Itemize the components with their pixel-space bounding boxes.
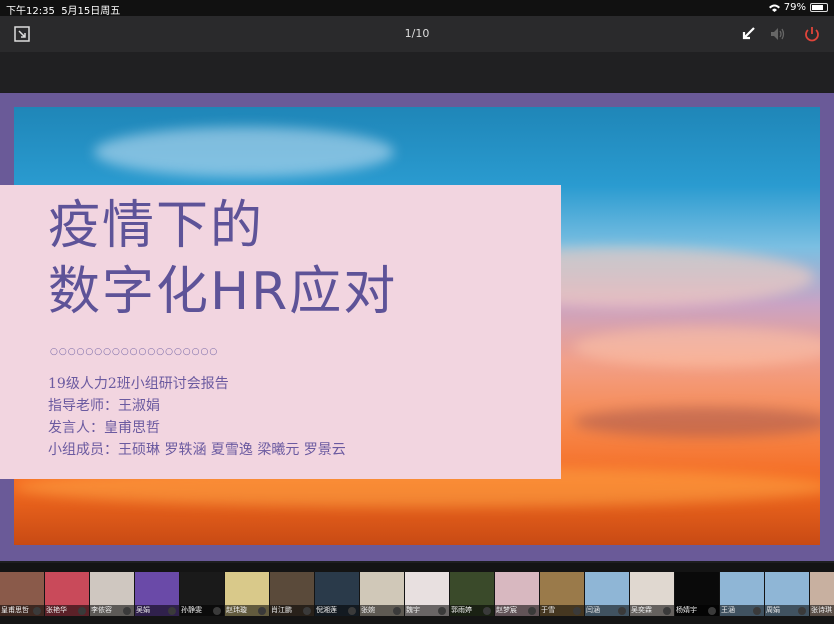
mic-icon	[123, 607, 131, 615]
page-indicator: 1/10	[404, 27, 430, 40]
mic-icon	[528, 607, 536, 615]
mic-icon	[708, 607, 716, 615]
participant-tile[interactable]: 孙静雯	[180, 572, 224, 616]
mic-icon	[213, 607, 221, 615]
participant-strip[interactable]: 皇甫思哲 张艳华 李依容 吴娟 孙静雯 赵玮璇 肖江鹏 倪湘莲 张婉 魏宇 郭雨婷 赵梦宸 于雪 闫涵 吴奕…	[0, 563, 834, 624]
participant-tile[interactable]: 肖江鹏	[270, 572, 314, 616]
participant-tile[interactable]: 赵玮璇	[225, 572, 269, 616]
status-time-date: 下午12:35 5月15日周五	[6, 2, 120, 17]
power-icon[interactable]	[802, 24, 822, 44]
presenter: 发言人：皇甫思哲	[48, 420, 160, 436]
slide-title-line1: 疫情下的	[48, 196, 265, 256]
mic-icon	[348, 607, 356, 615]
participant-tile[interactable]: 魏宇	[405, 572, 449, 616]
report-title: 19级人力2班小组研讨会报告	[48, 376, 229, 392]
annotate-arrow-icon[interactable]	[738, 24, 758, 44]
mic-icon	[438, 607, 446, 615]
mic-icon	[483, 607, 491, 615]
participant-tile[interactable]: 于雪	[540, 572, 584, 616]
presentation-toolbar: 1/10	[0, 16, 834, 52]
battery-icon	[810, 3, 828, 12]
decorative-dots: ○○○○○○○○○○○○○○○○○○○	[50, 347, 219, 357]
advisor: 指导老师：王淑娟	[48, 398, 160, 414]
participant-tile[interactable]: 张婉	[360, 572, 404, 616]
participant-name: 张诗琪	[810, 605, 834, 616]
mic-icon	[78, 607, 86, 615]
mic-icon	[798, 607, 806, 615]
slide-title-line2: 数字化HR应对	[48, 262, 398, 322]
participant-tile[interactable]: 闫涵	[585, 572, 629, 616]
mic-icon	[258, 607, 266, 615]
mic-icon	[663, 607, 671, 615]
stage-gap	[0, 52, 834, 92]
participant-tile[interactable]: 皇甫思哲	[0, 572, 44, 616]
participant-tile[interactable]: 张诗琪	[810, 572, 834, 616]
group-members: 小组成员：王硕琳 罗轶涵 夏雪逸 梁曦元 罗景云	[48, 442, 346, 458]
battery-percent: 79%	[783, 2, 806, 13]
participant-tile[interactable]: 杨婧宇	[675, 572, 719, 616]
status-bar: 下午12:35 5月15日周五 79%	[0, 0, 834, 17]
slide-info: 19级人力2班小组研讨会报告 指导老师：王淑娟 发言人：皇甫思哲 小组成员：王硕…	[48, 373, 346, 461]
participant-tile[interactable]: 李依容	[90, 572, 134, 616]
participant-tile[interactable]: 吴奕霖	[630, 572, 674, 616]
participant-tile[interactable]: 赵梦宸	[495, 572, 539, 616]
participant-tile[interactable]: 倪湘莲	[315, 572, 359, 616]
wifi-icon	[768, 4, 780, 12]
mic-icon	[753, 607, 761, 615]
slide: 疫情下的 数字化HR应对 ○○○○○○○○○○○○○○○○○○○ 19级人力2班…	[0, 93, 834, 561]
participant-tile[interactable]: 吴娟	[135, 572, 179, 616]
mic-icon	[618, 607, 626, 615]
participant-tile[interactable]: 郭雨婷	[450, 572, 494, 616]
participant-tile[interactable]: 王涵	[720, 572, 764, 616]
mic-icon	[573, 607, 581, 615]
mic-icon	[393, 607, 401, 615]
participant-tile[interactable]: 周娟	[765, 572, 809, 616]
participant-tile[interactable]: 张艳华	[45, 572, 89, 616]
mic-icon	[33, 607, 41, 615]
speaker-icon[interactable]	[768, 24, 788, 44]
status-right: 79%	[768, 2, 828, 13]
mic-icon	[303, 607, 311, 615]
mic-icon	[168, 607, 176, 615]
slide-title: 疫情下的 数字化HR应对	[48, 193, 397, 325]
